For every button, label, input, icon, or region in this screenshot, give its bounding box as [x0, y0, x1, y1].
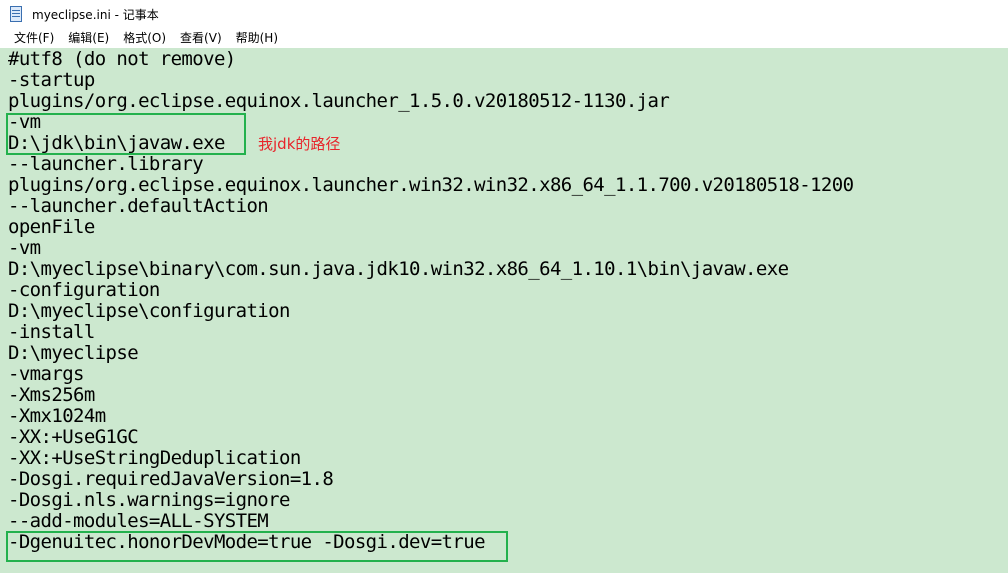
menu-format[interactable]: 格式(O) — [116, 28, 173, 48]
editor-line: -install — [8, 321, 95, 343]
editor-line: --launcher.library — [8, 153, 204, 175]
editor-line: plugins/org.eclipse.equinox.launcher_1.5… — [8, 90, 670, 112]
menu-bar: 文件(F) 编辑(E) 格式(O) 查看(V) 帮助(H) — [0, 28, 1008, 48]
jdk-path-annotation: 我jdk的路径 — [258, 135, 341, 153]
editor-line: #utf8 (do not remove) — [8, 48, 236, 70]
editor-line: --add-modules=ALL-SYSTEM — [8, 510, 269, 532]
title-bar[interactable]: myeclipse.ini - 记事本 — [0, 0, 1008, 28]
editor-line: D:\myeclipse — [8, 342, 139, 364]
jdk-path-highlight-box — [6, 113, 246, 155]
editor-line: -configuration — [8, 279, 160, 301]
editor-line: -vm — [8, 237, 41, 259]
text-editor[interactable]: #utf8 (do not remove) -startup plugins/o… — [0, 48, 1008, 573]
menu-file[interactable]: 文件(F) — [7, 28, 61, 48]
editor-line: D:\myeclipse\binary\com.sun.java.jdk10.w… — [8, 258, 789, 280]
menu-edit[interactable]: 编辑(E) — [61, 28, 116, 48]
editor-line: -XX:+UseStringDeduplication — [8, 447, 301, 469]
editor-line: --launcher.defaultAction — [8, 195, 269, 217]
editor-line: -startup — [8, 69, 95, 91]
editor-line: -Dosgi.nls.warnings=ignore — [8, 489, 290, 511]
editor-line: plugins/org.eclipse.equinox.launcher.win… — [8, 174, 854, 196]
editor-line: openFile — [8, 216, 95, 238]
editor-line: -vmargs — [8, 363, 84, 385]
editor-line: -Dosgi.requiredJavaVersion=1.8 — [8, 468, 334, 490]
editor-line: D:\myeclipse\configuration — [8, 300, 290, 322]
menu-view[interactable]: 查看(V) — [173, 28, 229, 48]
editor-line: -XX:+UseG1GC — [8, 426, 139, 448]
devmode-highlight-box — [6, 531, 508, 562]
window-title: myeclipse.ini - 记事本 — [32, 7, 159, 22]
editor-line: -Xmx1024m — [8, 405, 106, 427]
menu-help[interactable]: 帮助(H) — [229, 28, 285, 48]
editor-line: -Xms256m — [8, 384, 95, 406]
notepad-icon — [8, 6, 24, 22]
